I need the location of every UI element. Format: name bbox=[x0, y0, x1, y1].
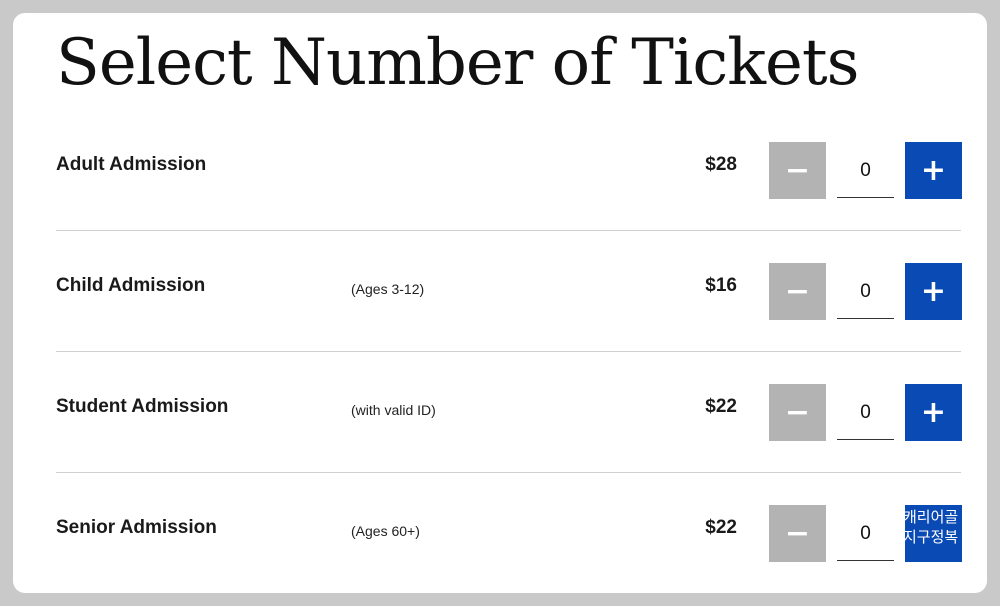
ticket-row-child: Child Admission (Ages 3-12) $16 − + bbox=[56, 231, 962, 352]
ticket-price: $28 bbox=[705, 154, 737, 175]
increase-quantity-button[interactable]: + bbox=[905, 263, 962, 320]
ticket-name: Senior Admission bbox=[56, 517, 217, 538]
ticket-price: $22 bbox=[705, 396, 737, 417]
ticket-note: (Ages 3-12) bbox=[351, 281, 425, 297]
page-title: Select Number of Tickets bbox=[56, 26, 859, 100]
quantity-field[interactable] bbox=[837, 144, 894, 198]
increase-quantity-button[interactable] bbox=[905, 505, 962, 562]
ticket-name: Adult Admission bbox=[56, 154, 207, 175]
decrease-quantity-button[interactable]: − bbox=[769, 384, 826, 441]
decrease-quantity-button[interactable]: − bbox=[769, 263, 826, 320]
ticket-selection-panel: Select Number of Tickets Adult Admission… bbox=[13, 13, 987, 593]
ticket-note: (with valid ID) bbox=[351, 402, 436, 418]
increase-quantity-button[interactable]: + bbox=[905, 142, 962, 199]
quantity-field[interactable] bbox=[837, 386, 894, 440]
ticket-row-senior: Senior Admission (Ages 60+) $22 − (...) … bbox=[56, 473, 962, 593]
quantity-field[interactable] bbox=[837, 507, 894, 561]
ticket-row-student: Student Admission (with valid ID) $22 − … bbox=[56, 352, 962, 473]
ticket-note: (Ages 60+) bbox=[351, 523, 420, 539]
ticket-name: Student Admission bbox=[56, 396, 229, 417]
decrease-quantity-button[interactable]: − bbox=[769, 505, 826, 562]
ticket-price: $22 bbox=[705, 517, 737, 538]
decrease-quantity-button[interactable]: − bbox=[769, 142, 826, 199]
ticket-price: $16 bbox=[705, 275, 737, 296]
increase-quantity-button[interactable]: + bbox=[905, 384, 962, 441]
quantity-field[interactable] bbox=[837, 265, 894, 319]
ticket-name: Child Admission bbox=[56, 275, 206, 296]
ticket-row-adult: Adult Admission $28 − + bbox=[56, 110, 962, 231]
